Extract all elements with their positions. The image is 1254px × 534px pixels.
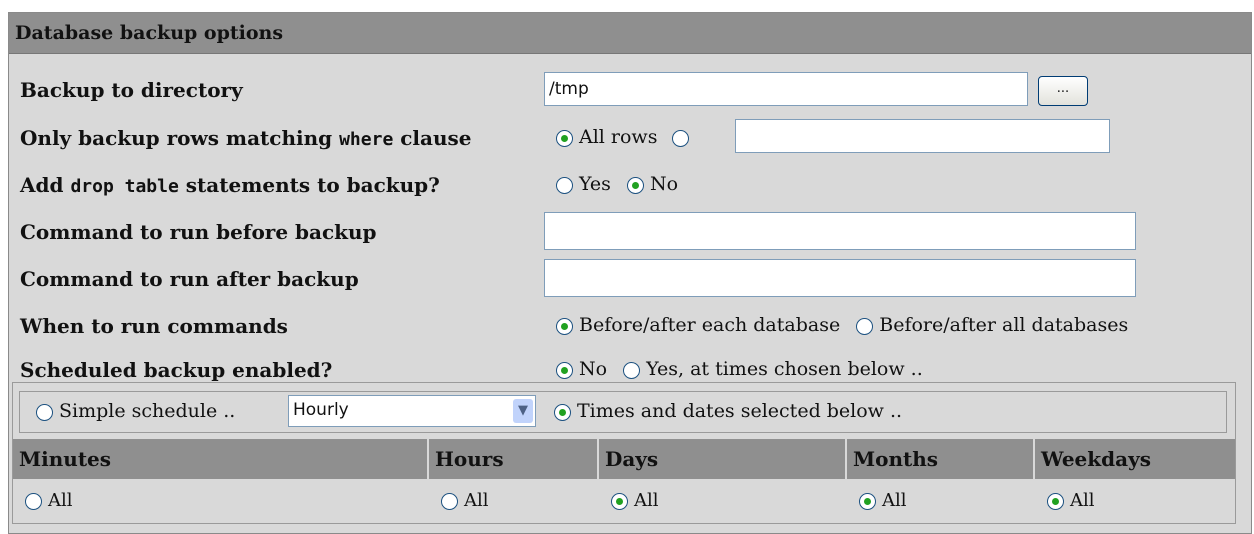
where-all-rows-label: All rows bbox=[579, 126, 658, 148]
simple-schedule-value: Hourly bbox=[293, 400, 349, 420]
simple-schedule-option[interactable]: Simple schedule .. bbox=[36, 400, 235, 422]
chevron-down-icon[interactable]: ▼ bbox=[513, 399, 533, 423]
times-dates-radio[interactable] bbox=[554, 403, 571, 421]
hours-all-option[interactable]: All bbox=[429, 481, 597, 521]
where-custom-radio[interactable] bbox=[671, 129, 689, 147]
when-each-radio[interactable] bbox=[556, 317, 573, 335]
column-header-months: Months bbox=[847, 439, 1033, 479]
schedule-table: Simple schedule .. Hourly ▼ Times and da… bbox=[12, 382, 1236, 524]
column-header-days: Days bbox=[599, 439, 845, 479]
schedule-mode-bar: Simple schedule .. Hourly ▼ Times and da… bbox=[19, 391, 1227, 433]
column-header-minutes: Minutes bbox=[13, 439, 427, 479]
scheduled-no-radio[interactable] bbox=[556, 361, 573, 379]
browse-directory-button[interactable]: ... bbox=[1038, 76, 1088, 106]
weekdays-all-label: All bbox=[1070, 490, 1095, 511]
times-dates-option[interactable]: Times and dates selected below .. bbox=[554, 400, 902, 422]
cmd-after-input[interactable] bbox=[544, 259, 1136, 297]
weekdays-all-option[interactable]: All bbox=[1035, 481, 1235, 521]
days-all-label: All bbox=[634, 490, 659, 511]
simple-schedule-radio[interactable] bbox=[36, 403, 53, 421]
radio-selected-icon[interactable] bbox=[556, 129, 573, 147]
months-all-label: All bbox=[882, 490, 907, 511]
drop-table-yes-radio[interactable] bbox=[556, 176, 573, 194]
when-each-label: Before/after each database bbox=[579, 314, 841, 336]
minutes-all-option[interactable]: All bbox=[13, 481, 427, 521]
when-all-radio[interactable] bbox=[856, 317, 874, 335]
drop-table-yes-label: Yes bbox=[579, 173, 611, 195]
column-header-hours: Hours bbox=[429, 439, 597, 479]
simple-schedule-select[interactable]: Hourly ▼ bbox=[288, 395, 536, 427]
drop-table-no-label: No bbox=[649, 173, 679, 195]
backup-dir-input[interactable]: /tmp bbox=[544, 72, 1028, 106]
times-dates-label: Times and dates selected below .. bbox=[577, 400, 903, 422]
when-run-options: Before/after each database Before/after … bbox=[556, 314, 1128, 336]
cmd-after-label: Command to run after backup bbox=[20, 267, 359, 291]
scheduled-yes-radio[interactable] bbox=[623, 361, 641, 379]
where-all-rows-option[interactable]: All rows bbox=[556, 126, 695, 148]
cmd-before-input[interactable] bbox=[544, 212, 1136, 250]
where-clause-label: Only backup rows matching where clause bbox=[20, 126, 472, 150]
column-header-weekdays: Weekdays bbox=[1035, 439, 1235, 479]
where-clause-input[interactable] bbox=[735, 119, 1110, 153]
backup-dir-label: Backup to directory bbox=[20, 78, 243, 102]
panel-title: Database backup options bbox=[9, 13, 1251, 54]
when-all-label: Before/after all databases bbox=[879, 314, 1129, 336]
days-all-option[interactable]: All bbox=[599, 481, 845, 521]
weekdays-all-radio[interactable] bbox=[1047, 492, 1064, 510]
scheduled-options: No Yes, at times chosen below .. bbox=[556, 358, 923, 380]
minutes-all-radio[interactable] bbox=[25, 492, 42, 510]
cmd-before-label: Command to run before backup bbox=[20, 220, 377, 244]
drop-table-label: Add drop table statements to backup? bbox=[20, 173, 440, 197]
hours-all-label: All bbox=[464, 490, 489, 511]
scheduled-no-label: No bbox=[579, 358, 608, 380]
drop-table-no-radio[interactable] bbox=[626, 176, 644, 194]
simple-schedule-label: Simple schedule .. bbox=[59, 400, 236, 422]
hours-all-radio[interactable] bbox=[441, 492, 458, 510]
minutes-all-label: All bbox=[48, 490, 73, 511]
when-run-label: When to run commands bbox=[20, 314, 288, 338]
months-all-option[interactable]: All bbox=[847, 481, 1033, 521]
months-all-radio[interactable] bbox=[859, 492, 876, 510]
scheduled-yes-label: Yes, at times chosen below .. bbox=[646, 358, 923, 380]
days-all-radio[interactable] bbox=[611, 492, 628, 510]
drop-table-options: Yes No bbox=[556, 173, 678, 195]
